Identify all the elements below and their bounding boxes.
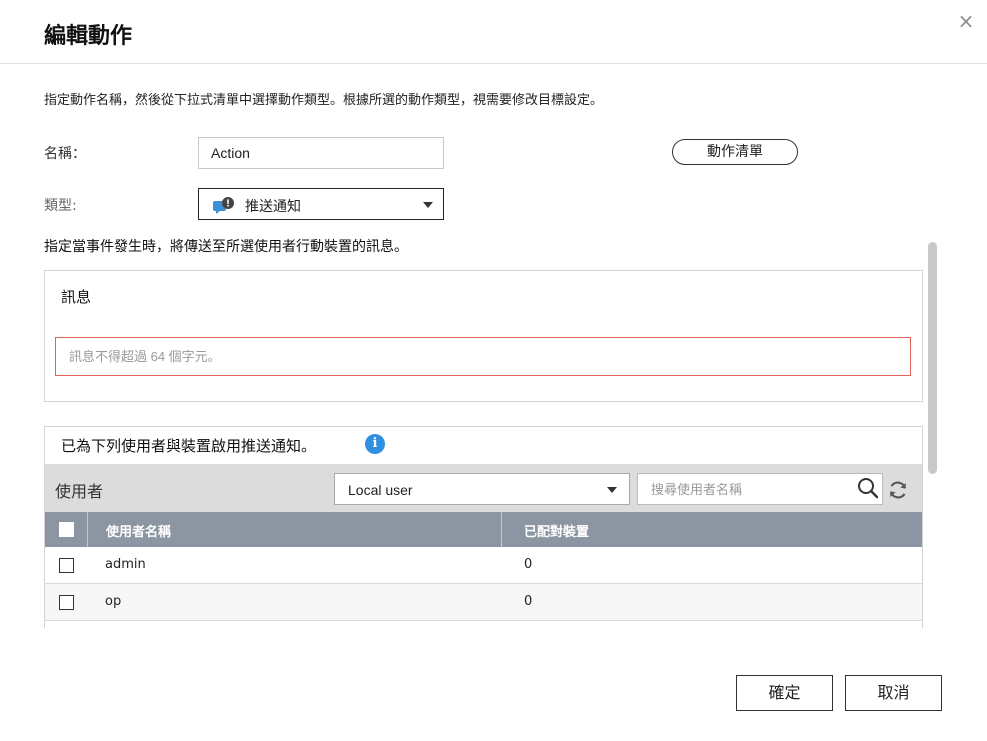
message-title: 訊息	[61, 288, 92, 306]
row-username: admin	[105, 557, 146, 572]
user-filter-bar: 使用者 Local user	[45, 464, 922, 512]
refresh-icon[interactable]	[887, 479, 909, 501]
dialog-description: 指定動作名稱，然後從下拉式清單中選擇動作類型。根據所選的動作類型，視需要修改目標…	[44, 93, 604, 108]
row-paired-devices: 0	[524, 594, 533, 609]
cancel-button[interactable]: 取消	[845, 675, 942, 711]
column-divider	[87, 512, 88, 547]
chevron-down-icon	[423, 202, 433, 208]
user-filter-label: 使用者	[55, 482, 104, 501]
select-all-checkbox[interactable]	[59, 522, 74, 537]
chat-bubble-alert-icon	[213, 196, 235, 220]
table-row[interactable]: op 0	[45, 584, 922, 621]
action-list-button[interactable]: 動作清單	[672, 139, 798, 165]
row-username: op	[105, 594, 122, 609]
search-icon[interactable]	[856, 476, 880, 500]
push-settings-panel: 指定當事件發生時，將傳送至所選使用者行動裝置的訊息。 訊息 已為下列使用者與裝置…	[44, 236, 944, 628]
column-header-username[interactable]: 使用者名稱	[106, 521, 171, 540]
users-section-title: 已為下列使用者與裝置啟用推送通知。	[61, 437, 317, 455]
column-divider	[501, 512, 502, 547]
name-label: 名稱：	[44, 146, 86, 162]
name-input[interactable]	[198, 137, 444, 169]
dialog-title: 編輯動作	[44, 24, 133, 49]
user-device-section: 已為下列使用者與裝置啟用推送通知。 i 使用者 Local user 搜尋使用者…	[44, 426, 923, 628]
ok-button[interactable]: 確定	[736, 675, 833, 711]
search-input[interactable]	[637, 473, 883, 505]
message-section: 訊息	[44, 270, 923, 402]
column-header-paired-devices[interactable]: 已配對裝置	[524, 521, 589, 540]
type-dropdown[interactable]: 推送通知	[198, 188, 444, 220]
row-checkbox[interactable]	[59, 595, 74, 610]
push-instruction: 指定當事件發生時，將傳送至所選使用者行動裝置的訊息。	[44, 239, 408, 255]
user-source-dropdown[interactable]: Local user	[334, 473, 630, 505]
chevron-down-icon	[607, 487, 617, 493]
user-source-value: Local user	[348, 482, 413, 498]
table-header: 使用者名稱 已配對裝置	[45, 512, 922, 547]
table-row[interactable]: admin 0	[45, 547, 922, 584]
message-input[interactable]	[55, 337, 911, 376]
header-divider	[0, 63, 987, 64]
type-label: 類型:	[44, 198, 77, 214]
scrollbar-thumb[interactable]	[928, 242, 937, 474]
edit-action-dialog: 編輯動作 × 指定動作名稱，然後從下拉式清單中選擇動作類型。根據所選的動作類型，…	[0, 0, 987, 741]
close-icon[interactable]: ×	[956, 10, 976, 32]
info-icon[interactable]: i	[365, 434, 385, 454]
type-dropdown-value: 推送通知	[245, 199, 301, 215]
row-checkbox[interactable]	[59, 558, 74, 573]
row-paired-devices: 0	[524, 557, 533, 572]
